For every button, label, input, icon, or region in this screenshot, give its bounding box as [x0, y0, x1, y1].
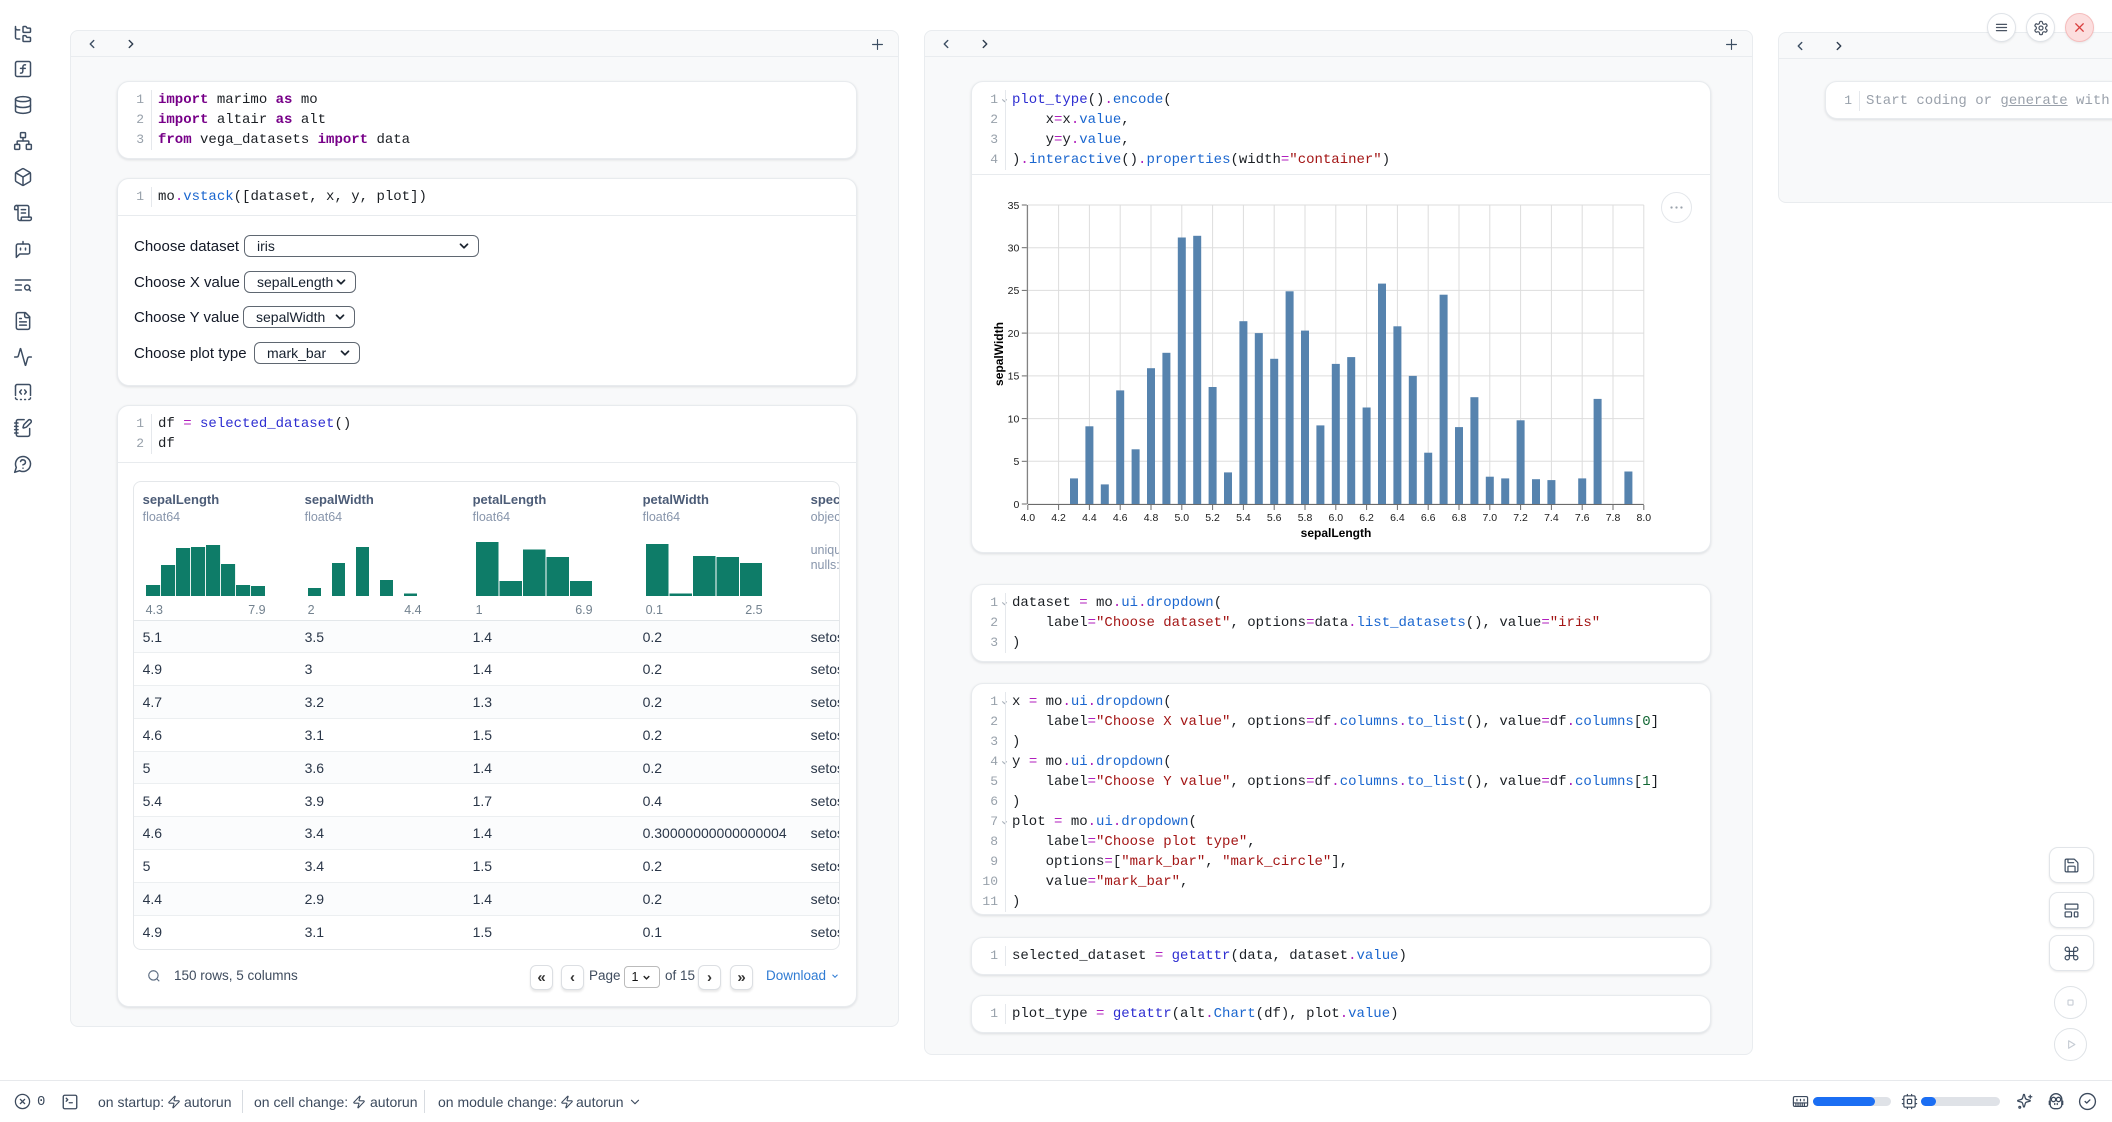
svg-text:30: 30: [1008, 243, 1020, 255]
svg-text:7.6: 7.6: [1575, 512, 1590, 524]
svg-text:6.4: 6.4: [1390, 512, 1405, 524]
svg-text:20: 20: [1008, 328, 1020, 340]
svg-text:sepalLength: sepalLength: [1301, 526, 1372, 540]
svg-text:7.4: 7.4: [1544, 512, 1559, 524]
svg-text:5.4: 5.4: [1236, 512, 1251, 524]
svg-text:35: 35: [1008, 200, 1020, 212]
svg-text:7.8: 7.8: [1606, 512, 1621, 524]
svg-text:5.0: 5.0: [1174, 512, 1189, 524]
svg-text:6.0: 6.0: [1328, 512, 1343, 524]
svg-text:4.6: 4.6: [1113, 512, 1128, 524]
svg-text:4.0: 4.0: [1020, 512, 1035, 524]
svg-text:6.2: 6.2: [1359, 512, 1374, 524]
svg-text:10: 10: [1008, 413, 1020, 425]
svg-text:4.2: 4.2: [1051, 512, 1066, 524]
svg-text:25: 25: [1008, 285, 1020, 297]
svg-text:15: 15: [1008, 371, 1020, 383]
svg-text:4.8: 4.8: [1144, 512, 1159, 524]
svg-text:7.2: 7.2: [1513, 512, 1528, 524]
svg-text:5.2: 5.2: [1205, 512, 1220, 524]
svg-text:7.0: 7.0: [1482, 512, 1497, 524]
svg-text:6.6: 6.6: [1421, 512, 1436, 524]
svg-text:sepalWidth: sepalWidth: [992, 322, 1006, 386]
svg-text:5: 5: [1013, 456, 1019, 468]
svg-text:6.8: 6.8: [1452, 512, 1467, 524]
svg-text:5.6: 5.6: [1267, 512, 1282, 524]
svg-text:4.4: 4.4: [1082, 512, 1097, 524]
svg-text:8.0: 8.0: [1636, 512, 1651, 524]
svg-text:0: 0: [1013, 499, 1019, 511]
svg-text:5.8: 5.8: [1298, 512, 1313, 524]
